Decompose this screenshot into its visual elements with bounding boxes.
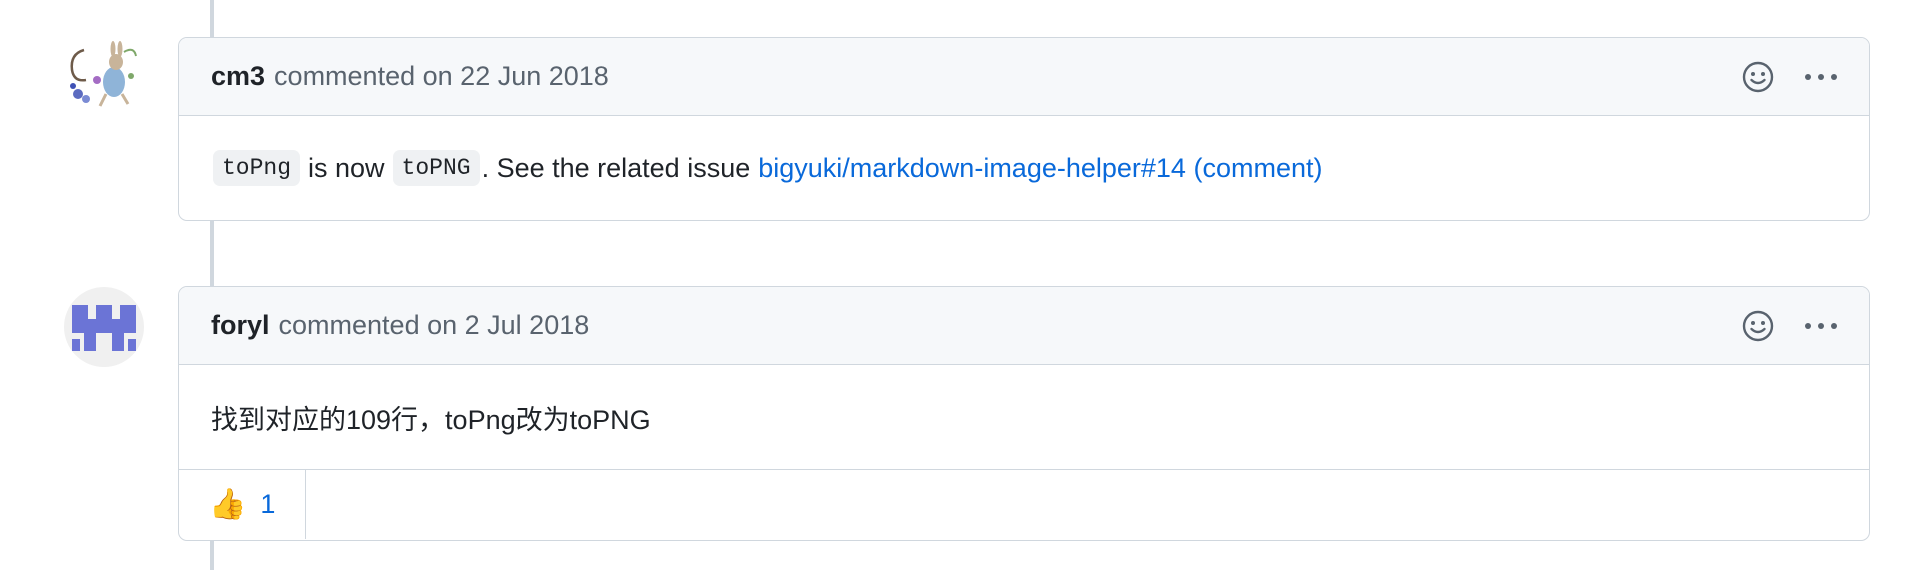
author-link[interactable]: cm3: [211, 61, 265, 92]
more-options-button[interactable]: [1803, 72, 1839, 82]
identicon-avatar-icon: [64, 287, 144, 367]
comment-body: toPng is now toPNG . See the related iss…: [179, 116, 1869, 220]
more-options-button[interactable]: [1803, 321, 1839, 331]
body-text: is now: [308, 152, 385, 183]
author-link[interactable]: foryl: [211, 310, 270, 341]
reaction-thumbs-up-button[interactable]: 👍 1: [179, 470, 307, 539]
smiley-icon: [1742, 310, 1774, 341]
code-inline: toPNG: [392, 150, 480, 186]
comment-action: commented on: [278, 310, 458, 340]
comment-header: cm3 commented on 22 Jun 2018: [179, 38, 1869, 116]
comment-actions: [1741, 60, 1839, 94]
add-reaction-button[interactable]: [1741, 60, 1775, 94]
avatar[interactable]: [64, 287, 144, 367]
comment-date-link[interactable]: 2 Jul 2018: [465, 310, 590, 340]
comment-body: 找到对应的109行，toPng改为toPNG: [179, 365, 1869, 469]
comment-meta: commented on 22 Jun 2018: [274, 61, 609, 92]
issue-link[interactable]: bigyuki/markdown-image-helper#14 (commen…: [758, 153, 1322, 184]
avatar[interactable]: [64, 36, 144, 116]
comment-date-link[interactable]: 22 Jun 2018: [460, 61, 609, 91]
comment-card: foryl commented on 2 Jul 2018 找到对应的109行，…: [178, 286, 1870, 541]
body-text: . See the related issue: [481, 152, 751, 183]
code-inline: toPng: [213, 150, 301, 186]
kebab-horizontal-icon: [1805, 322, 1837, 329]
comment-actions: [1741, 309, 1839, 343]
comment-action: commented on: [274, 61, 453, 91]
reaction-count: 1: [260, 489, 276, 519]
body-text: 找到对应的109行，toPng改为toPNG: [211, 404, 651, 435]
comment-meta: commented on 2 Jul 2018: [279, 310, 590, 341]
smiley-icon: [1742, 61, 1774, 92]
reactions-bar: 👍 1: [179, 469, 1869, 539]
comment-header: foryl commented on 2 Jul 2018: [179, 287, 1869, 365]
rabbit-avatar-icon: [64, 36, 144, 116]
thumbs-up-icon: 👍: [209, 487, 247, 521]
kebab-horizontal-icon: [1805, 73, 1837, 80]
add-reaction-button[interactable]: [1741, 309, 1775, 343]
comment-card: cm3 commented on 22 Jun 2018 toPng is no…: [178, 37, 1870, 221]
